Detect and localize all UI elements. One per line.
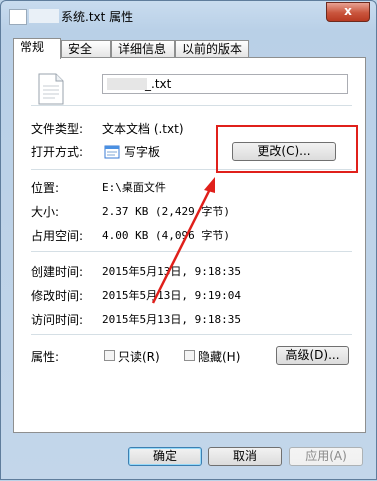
properties-window: 系统.txt 属性 x 常规 安全 详细信息 以前的版本 _.txt 文件类型:… bbox=[0, 0, 377, 480]
tab-general[interactable]: 常规 bbox=[13, 38, 61, 59]
annotation-arrow bbox=[151, 177, 215, 304]
